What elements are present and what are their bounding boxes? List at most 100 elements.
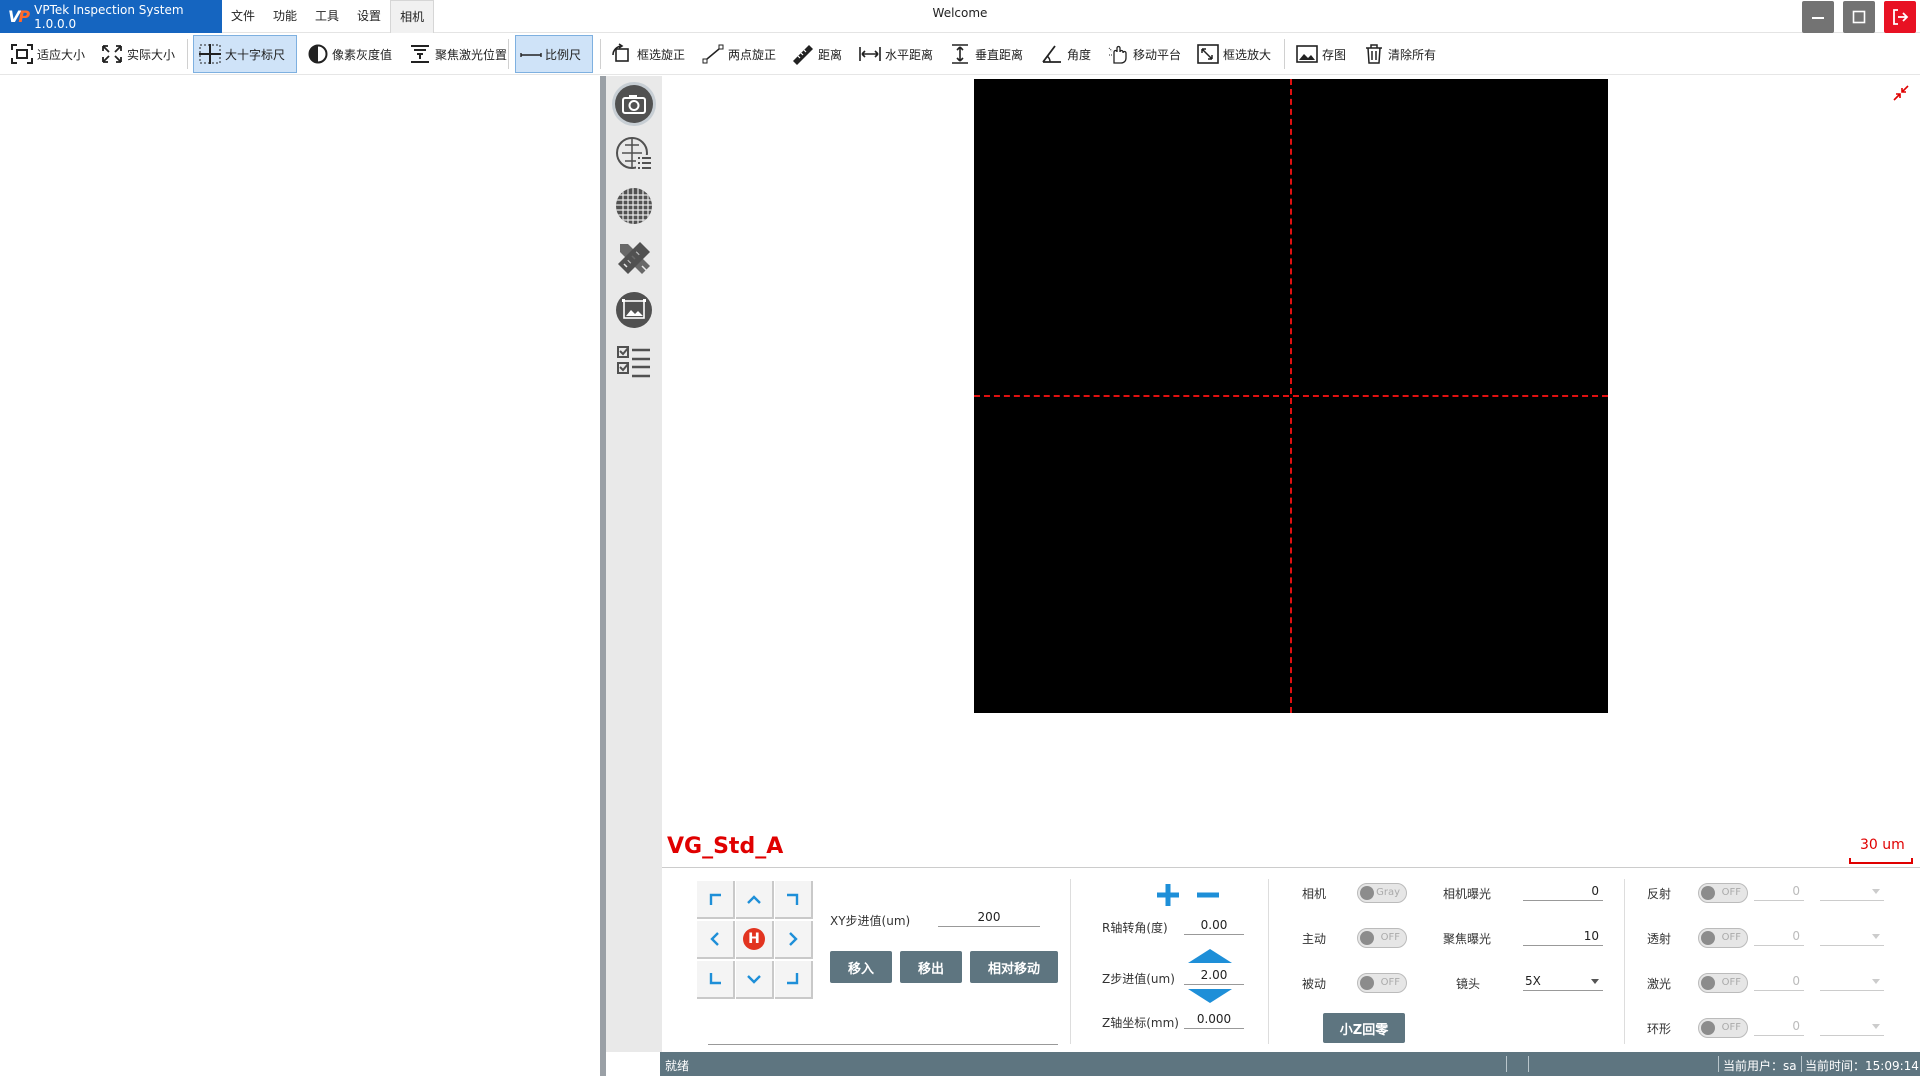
clear-all-button[interactable]: 清除所有 bbox=[1359, 35, 1440, 73]
status-separator bbox=[1718, 1056, 1719, 1072]
scale-ruler-button[interactable]: 比例尺 bbox=[515, 35, 593, 73]
laser-toggle[interactable]: OFF bbox=[1698, 973, 1748, 993]
dropdown-arrow-icon bbox=[1872, 889, 1880, 894]
minimize-button[interactable] bbox=[1802, 1, 1834, 33]
grid-button[interactable] bbox=[612, 184, 656, 228]
measure-tools-button[interactable] bbox=[612, 236, 656, 280]
move-up-right-button[interactable] bbox=[775, 881, 813, 919]
scale-bar bbox=[1849, 858, 1913, 864]
active-toggle-text: OFF bbox=[1380, 932, 1400, 943]
globe-list-icon bbox=[616, 137, 652, 171]
move-down-left-button[interactable] bbox=[697, 961, 735, 999]
move-up-left-button[interactable] bbox=[697, 881, 735, 919]
r-angle-input[interactable]: 0.00 bbox=[1184, 915, 1244, 935]
z-step-label: Z步进值(um) bbox=[1102, 972, 1175, 986]
menu-camera[interactable]: 相机 bbox=[390, 0, 435, 33]
z-step-input[interactable]: 2.00 bbox=[1184, 965, 1244, 985]
focus-laser-button[interactable]: 聚焦激光位置 bbox=[404, 35, 511, 73]
dropdown-arrow-icon bbox=[1591, 979, 1599, 984]
save-image-button[interactable]: 存图 bbox=[1291, 35, 1350, 73]
z-coord-label: Z轴坐标(mm) bbox=[1102, 1016, 1179, 1030]
move-down-right-button[interactable] bbox=[775, 961, 813, 999]
box-rotate-label: 框选旋正 bbox=[637, 47, 686, 62]
maximize-icon bbox=[1852, 10, 1866, 24]
maximize-button[interactable] bbox=[1843, 1, 1875, 33]
move-left-button[interactable] bbox=[697, 921, 735, 959]
two-point-rotate-button[interactable]: 两点旋正 bbox=[697, 35, 780, 73]
menu-function[interactable]: 功能 bbox=[264, 0, 306, 33]
image-viewer[interactable]: VG_Std_A 30 um bbox=[662, 76, 1920, 868]
active-toggle[interactable]: OFF bbox=[1357, 928, 1407, 948]
minus-icon[interactable] bbox=[1194, 881, 1222, 909]
v-distance-label: 垂直距离 bbox=[975, 47, 1024, 62]
image-gallery-button[interactable] bbox=[612, 288, 656, 332]
toolbar: 适应大小 实际大小 大十字标尺 像素灰度值 聚焦激光位置 比例尺 框选旋正 两点… bbox=[0, 33, 1920, 75]
box-zoom-button[interactable]: 框选放大 bbox=[1192, 35, 1275, 73]
ring-toggle-text: OFF bbox=[1721, 1022, 1741, 1033]
app-name: VPTek Inspection System 1.0.0.0 bbox=[34, 2, 184, 31]
globe-list-button[interactable] bbox=[612, 133, 656, 177]
transmit-toggle-text: OFF bbox=[1721, 932, 1741, 943]
chevron-down-icon bbox=[747, 975, 761, 984]
xy-step-input[interactable]: 200 bbox=[938, 907, 1040, 927]
toggle-knob bbox=[1701, 931, 1715, 945]
focus-exposure-input[interactable]: 10 bbox=[1523, 926, 1603, 946]
home-icon: H bbox=[743, 928, 765, 950]
crosshair-ruler-button[interactable]: 大十字标尺 bbox=[193, 35, 297, 73]
exit-button[interactable] bbox=[1884, 1, 1916, 33]
side-icon-bar bbox=[606, 76, 662, 1052]
h-distance-button[interactable]: 水平距离 bbox=[854, 35, 937, 73]
focus-laser-icon bbox=[411, 45, 429, 63]
move-in-button[interactable]: 移入 bbox=[830, 951, 892, 983]
home-button[interactable]: H bbox=[736, 921, 774, 959]
z-up-arrow-icon[interactable] bbox=[1186, 948, 1234, 964]
status-separator bbox=[1801, 1056, 1802, 1072]
checklist-icon bbox=[617, 346, 650, 378]
camera-view-button[interactable] bbox=[612, 82, 656, 126]
menu-file[interactable]: 文件 bbox=[222, 0, 264, 33]
toolbar-separator bbox=[600, 39, 601, 69]
transmit-toggle[interactable]: OFF bbox=[1698, 928, 1748, 948]
actual-size-button[interactable]: 实际大小 bbox=[96, 35, 179, 73]
title-bar: VP VPTek Inspection System 1.0.0.0 文件 功能… bbox=[0, 0, 1920, 33]
lens-select[interactable]: 5X bbox=[1523, 971, 1603, 991]
laser-label: 激光 bbox=[1647, 977, 1672, 991]
exit-icon bbox=[1893, 9, 1909, 25]
ring-select bbox=[1820, 1016, 1884, 1036]
z-down-arrow-icon[interactable] bbox=[1186, 988, 1234, 1004]
box-rotate-button[interactable]: 框选旋正 bbox=[606, 35, 689, 73]
menu-settings[interactable]: 设置 bbox=[348, 0, 390, 33]
move-right-button[interactable] bbox=[775, 921, 813, 959]
camera-image[interactable] bbox=[974, 79, 1608, 713]
ring-toggle[interactable]: OFF bbox=[1698, 1018, 1748, 1038]
pixel-gray-button[interactable]: 像素灰度值 bbox=[303, 35, 396, 73]
chevron-right-icon bbox=[789, 932, 798, 946]
collapse-icon[interactable] bbox=[1892, 84, 1910, 102]
fit-size-button[interactable]: 适应大小 bbox=[6, 35, 89, 73]
exposure-input[interactable]: 0 bbox=[1523, 881, 1603, 901]
move-up-button[interactable] bbox=[736, 881, 774, 919]
distance-button[interactable]: 距离 bbox=[787, 35, 846, 73]
move-out-button[interactable]: 移出 bbox=[900, 951, 962, 983]
relative-move-button[interactable]: 相对移动 bbox=[970, 951, 1058, 983]
camera-mode-toggle[interactable]: Gray bbox=[1357, 883, 1407, 903]
angle-button[interactable]: 角度 bbox=[1036, 35, 1095, 73]
move-platform-button[interactable]: 移动平台 bbox=[1102, 35, 1185, 73]
framed-image-icon bbox=[616, 292, 652, 328]
reflect-toggle-text: OFF bbox=[1721, 887, 1741, 898]
drop-icon bbox=[308, 44, 328, 64]
toggle-knob bbox=[1701, 1021, 1715, 1035]
crosshair-horizontal bbox=[974, 395, 1608, 397]
move-down-button[interactable] bbox=[736, 961, 774, 999]
plus-icon[interactable] bbox=[1154, 881, 1182, 909]
reflect-toggle[interactable]: OFF bbox=[1698, 883, 1748, 903]
laser-toggle-text: OFF bbox=[1721, 977, 1741, 988]
toggle-knob bbox=[1701, 886, 1715, 900]
menu-tools[interactable]: 工具 bbox=[306, 0, 348, 33]
passive-toggle[interactable]: OFF bbox=[1357, 973, 1407, 993]
fit-size-icon bbox=[11, 44, 33, 64]
recipe-name: VG_Std_A bbox=[667, 834, 784, 859]
checklist-button[interactable] bbox=[612, 341, 656, 385]
small-z-home-button[interactable]: 小Z回零 bbox=[1323, 1013, 1405, 1043]
v-distance-button[interactable]: 垂直距离 bbox=[944, 35, 1027, 73]
